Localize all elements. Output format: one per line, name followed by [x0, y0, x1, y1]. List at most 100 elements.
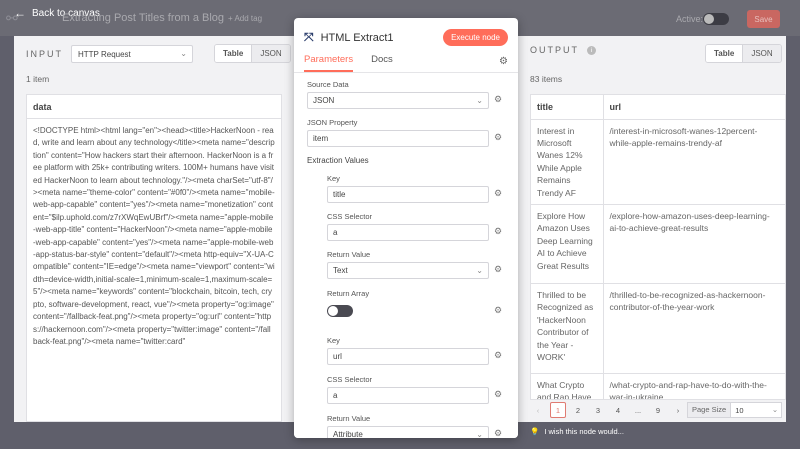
key-input[interactable]: url [327, 348, 489, 365]
return-array-toggle[interactable] [327, 305, 353, 317]
next-page-button[interactable]: › [670, 402, 686, 418]
page-size-label: Page Size [688, 403, 732, 417]
parameter-options-icon[interactable]: ⚙ [494, 264, 502, 275]
output-item-count: 83 items [530, 74, 563, 84]
cell-url: /what-crypto-and-rap-have-to-do-with-the… [603, 373, 785, 399]
table-row: What Crypto and Rap Have /what-crypto-an… [531, 373, 785, 399]
parameter-options-icon[interactable]: ⚙ [494, 132, 502, 143]
cell-url: /explore-how-amazon-uses-deep-learning-a… [603, 204, 785, 284]
page-size-value: 10 [735, 405, 744, 415]
return-value-label: Return Value [327, 414, 371, 423]
table-row: Thrilled to be Recognized as 'HackerNoon… [531, 283, 785, 374]
page-button[interactable]: 3 [590, 402, 606, 418]
page-button[interactable]: 1 [550, 402, 566, 418]
parameter-options-icon[interactable]: ⚙ [494, 94, 502, 105]
parameter-options-icon[interactable]: ⚙ [494, 188, 502, 199]
chevron-down-icon: ⌄ [476, 96, 483, 105]
return-array-label: Return Array [327, 289, 370, 298]
input-data-cell: <!DOCTYPE html><html lang="en"><head><ti… [33, 126, 275, 346]
node-settings-dialog: ⤧ HTML Extract1 Execute node Parameters … [294, 18, 518, 438]
add-tag-link[interactable]: + Add tag [228, 14, 262, 23]
chevron-down-icon: ⌄ [180, 49, 187, 58]
chevron-down-icon: ⌄ [476, 430, 483, 438]
return-value-value: Attribute [333, 430, 363, 438]
cell-title: Explore How Amazon Uses Deep Learning AI… [531, 204, 604, 284]
column-header-url: url [603, 95, 785, 120]
output-json-view-button[interactable]: JSON [743, 45, 781, 62]
return-value-select[interactable]: Text ⌄ [327, 262, 489, 279]
css-selector-label: CSS Selector [327, 212, 373, 221]
output-data-table[interactable]: title url Interest in Microsoft Wanes 12… [530, 94, 786, 400]
return-value-value: Text [333, 266, 348, 275]
input-source-select[interactable]: HTTP Request ⌄ [71, 45, 193, 63]
extraction-values-label: Extraction Values [307, 156, 369, 165]
parameter-options-icon[interactable]: ⚙ [494, 305, 502, 316]
page-size-field: 10 ⌄ [731, 404, 781, 415]
gear-icon[interactable]: ⚙ [499, 56, 508, 67]
wish-label: I wish this node would... [544, 427, 624, 436]
html-extract-node-icon: ⤧ [304, 30, 314, 44]
output-table-view-button[interactable]: Table [706, 45, 744, 62]
parameter-options-icon[interactable]: ⚙ [494, 428, 502, 438]
execute-node-button[interactable]: Execute node [443, 29, 508, 46]
table-row: Interest in Microsoft Wanes 12% While Ap… [531, 119, 785, 205]
input-data-table[interactable]: data <!DOCTYPE html><html lang="en"><hea… [26, 94, 282, 422]
input-panel: INPUT HTTP Request ⌄ Table JSON 1 item d… [14, 36, 294, 422]
page-button[interactable]: 9 [650, 402, 666, 418]
key-label: Key [327, 336, 340, 345]
page-size-select[interactable]: Page Size 10 ⌄ [687, 402, 783, 418]
info-icon[interactable]: i [587, 45, 596, 55]
json-property-input[interactable]: item [307, 130, 489, 147]
cell-url: /interest-in-microsoft-wanes-12percent-w… [603, 119, 785, 205]
pagination: ‹ 1 2 3 4 ... 9 › [530, 402, 686, 418]
column-header-title: title [531, 95, 604, 120]
output-view-toggle: Table JSON [705, 44, 782, 63]
css-selector-input[interactable]: a [327, 224, 489, 241]
page-button[interactable]: 2 [570, 402, 586, 418]
output-panel: OUTPUT i Table JSON 83 items title url I… [518, 36, 786, 422]
node-title[interactable]: HTML Extract1 [321, 32, 394, 44]
input-source-value: HTTP Request [78, 49, 131, 59]
chevron-down-icon: ⌄ [476, 266, 483, 275]
key-input[interactable]: title [327, 186, 489, 203]
workflow-name[interactable]: Extracting Post Titles from a Blog [62, 12, 224, 24]
prev-page-button[interactable]: ‹ [530, 402, 546, 418]
active-toggle[interactable] [703, 13, 729, 25]
chevron-down-icon: ⌄ [771, 404, 779, 414]
json-property-label: JSON Property [307, 118, 358, 127]
input-label: INPUT [26, 49, 63, 59]
cell-title: Thrilled to be Recognized as 'HackerNoon… [531, 283, 604, 374]
tab-parameters[interactable]: Parameters [304, 54, 354, 72]
cell-url: /thrilled-to-be-recognized-as-hackernoon… [603, 283, 785, 374]
output-label: OUTPUT [530, 45, 579, 55]
save-button[interactable]: Save [747, 10, 780, 28]
page-button[interactable]: 4 [610, 402, 626, 418]
source-data-label: Source Data [307, 80, 349, 89]
page-ellipsis[interactable]: ... [630, 402, 646, 418]
input-json-view-button[interactable]: JSON [252, 45, 290, 62]
return-value-select[interactable]: Attribute ⌄ [327, 426, 489, 438]
return-value-label: Return Value [327, 250, 371, 259]
cell-title: What Crypto and Rap Have [531, 373, 604, 399]
active-label: Active: [676, 14, 704, 24]
tab-docs[interactable]: Docs [371, 54, 393, 72]
parameters-form: Source Data JSON ⌄ ⚙ JSON Property item … [294, 74, 518, 438]
parameter-options-icon[interactable]: ⚙ [494, 389, 502, 400]
source-data-select[interactable]: JSON ⌄ [307, 92, 489, 109]
input-view-toggle: Table JSON [214, 44, 291, 63]
arrow-left-icon: ← [14, 6, 26, 20]
input-item-count: 1 item [26, 74, 50, 84]
table-row: Explore How Amazon Uses Deep Learning AI… [531, 204, 785, 284]
tab-divider [294, 72, 518, 73]
css-selector-label: CSS Selector [327, 375, 373, 384]
cell-title: Interest in Microsoft Wanes 12% While Ap… [531, 119, 604, 205]
parameter-options-icon[interactable]: ⚙ [494, 350, 502, 361]
key-label: Key [327, 174, 340, 183]
css-selector-input[interactable]: a [327, 387, 489, 404]
feature-request-link[interactable]: 💡 I wish this node would... [530, 427, 624, 436]
lightbulb-icon: 💡 [530, 427, 540, 436]
input-column-header: data [27, 95, 281, 119]
parameter-options-icon[interactable]: ⚙ [494, 226, 502, 237]
source-data-value: JSON [313, 96, 335, 105]
input-table-view-button[interactable]: Table [215, 45, 253, 62]
